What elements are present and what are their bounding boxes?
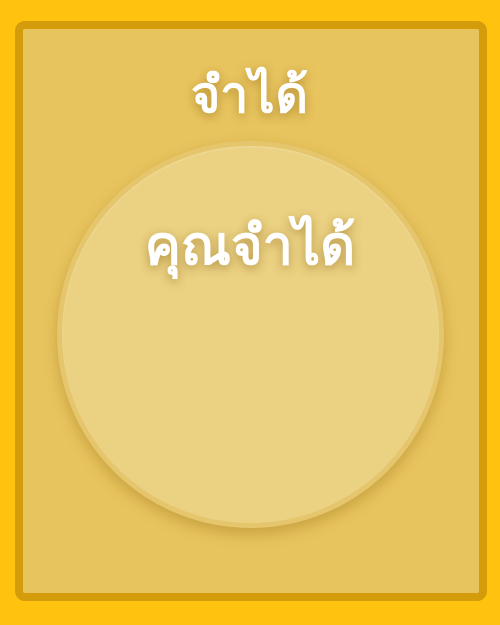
card-title: จำได้: [191, 66, 309, 124]
circle-label: คุณจำได้: [144, 214, 356, 277]
answer-circle[interactable]: [57, 141, 444, 528]
